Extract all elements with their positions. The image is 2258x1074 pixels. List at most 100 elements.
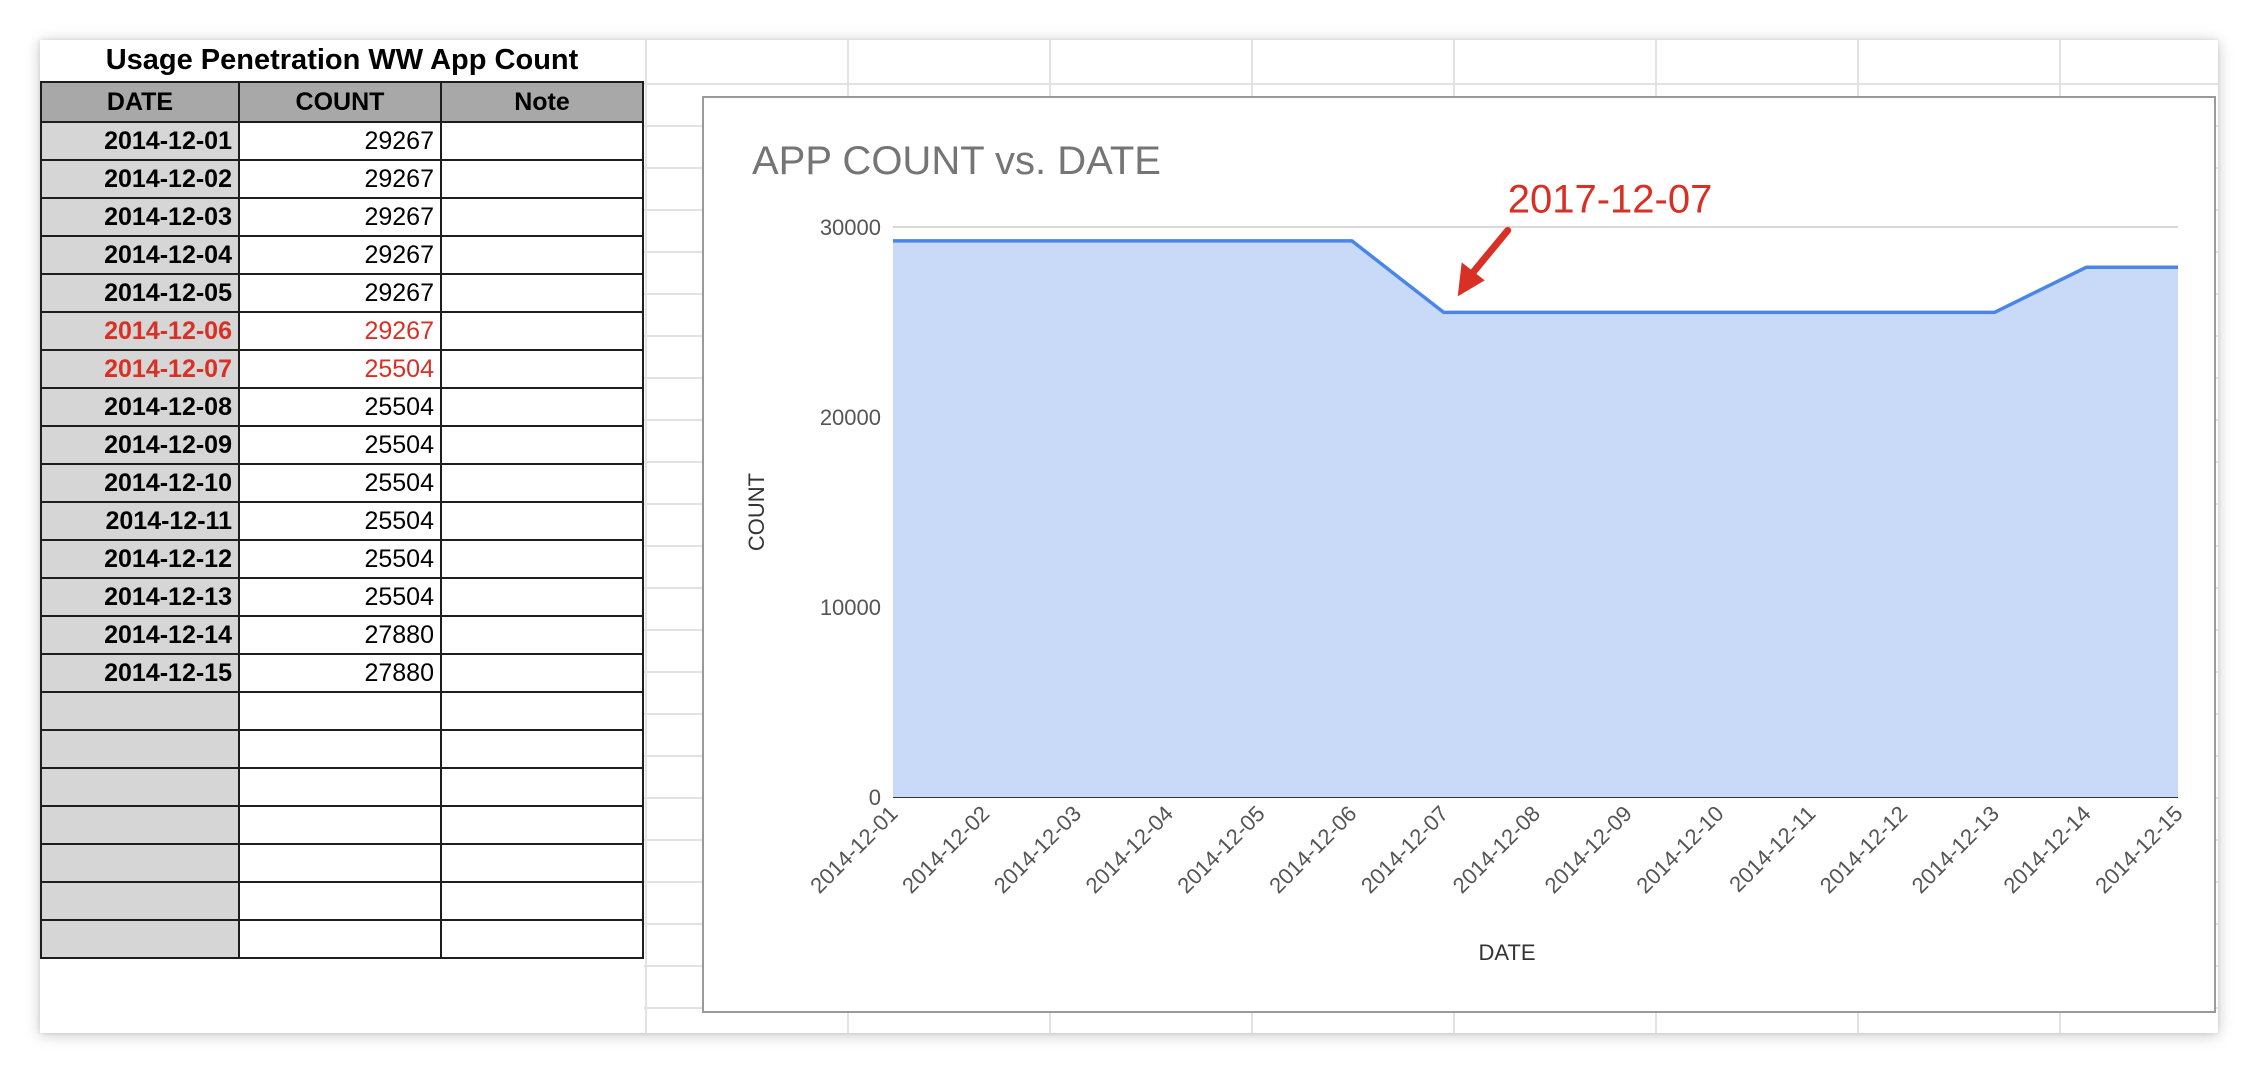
count-cell[interactable]: 25504	[238, 425, 442, 465]
date-cell[interactable]: 2014-12-04	[40, 235, 240, 275]
count-cell[interactable]: 25504	[238, 463, 442, 503]
chart-title: APP COUNT vs. DATE	[752, 139, 1161, 183]
table-row	[40, 767, 644, 807]
count-cell[interactable]	[238, 691, 442, 731]
header-count[interactable]: COUNT	[238, 81, 442, 123]
x-tick-label: 2014-12-04	[1081, 801, 1178, 898]
count-cell[interactable]	[238, 729, 442, 769]
table-row	[40, 691, 644, 731]
date-cell[interactable]	[40, 691, 240, 731]
note-cell[interactable]	[440, 349, 644, 389]
table-row: 2014-12-04 29267	[40, 235, 644, 275]
date-cell[interactable]	[40, 919, 240, 959]
note-cell[interactable]	[440, 919, 644, 959]
count-cell[interactable]: 25504	[238, 577, 442, 617]
date-cell[interactable]: 2014-12-05	[40, 273, 240, 313]
date-cell[interactable]: 2014-12-13	[40, 577, 240, 617]
note-cell[interactable]	[440, 235, 644, 275]
x-tick-label: 2014-12-01	[805, 801, 902, 898]
date-cell[interactable]: 2014-12-07	[40, 349, 240, 389]
date-cell[interactable]: 2014-12-08	[40, 387, 240, 427]
x-tick-label: 2014-12-08	[1448, 801, 1545, 898]
note-cell[interactable]	[440, 653, 644, 693]
count-cell[interactable]	[238, 919, 442, 959]
note-cell[interactable]	[440, 311, 644, 351]
table-row: 2014-12-11 25504	[40, 501, 644, 541]
count-cell[interactable]: 29267	[238, 121, 442, 161]
date-cell[interactable]: 2014-12-03	[40, 197, 240, 237]
x-tick-label: 2014-12-05	[1172, 801, 1269, 898]
count-cell[interactable]: 29267	[238, 235, 442, 275]
date-cell[interactable]	[40, 767, 240, 807]
header-date[interactable]: DATE	[40, 81, 240, 123]
note-cell[interactable]	[440, 539, 644, 579]
note-cell[interactable]	[440, 577, 644, 617]
count-cell[interactable]: 27880	[238, 615, 442, 655]
chart[interactable]: APP COUNT vs. DATE 0 10000 20000 30000 2014-1…	[702, 96, 2216, 1013]
count-cell[interactable]: 25504	[238, 539, 442, 579]
note-cell[interactable]	[440, 881, 644, 921]
note-cell[interactable]	[440, 197, 644, 237]
date-cell[interactable]	[40, 805, 240, 845]
note-cell[interactable]	[440, 463, 644, 503]
date-cell[interactable]: 2014-12-01	[40, 121, 240, 161]
chart-canvas: APP COUNT vs. DATE01000020000300002014-1…	[744, 139, 2188, 965]
table-row: 2014-12-01 29267	[40, 121, 644, 161]
note-cell[interactable]	[440, 805, 644, 845]
count-cell[interactable]: 29267	[238, 159, 442, 199]
count-cell[interactable]	[238, 805, 442, 845]
data-point	[1257, 238, 1263, 244]
y-tick-label: 30000	[820, 215, 881, 240]
count-cell[interactable]: 27880	[238, 653, 442, 693]
note-cell[interactable]	[440, 691, 644, 731]
date-cell[interactable]: 2014-12-15	[40, 653, 240, 693]
date-cell[interactable]: 2014-12-10	[40, 463, 240, 503]
count-cell[interactable]: 25504	[238, 501, 442, 541]
count-cell[interactable]: 29267	[238, 197, 442, 237]
date-cell[interactable]	[40, 881, 240, 921]
note-cell[interactable]	[440, 767, 644, 807]
table-row	[40, 919, 644, 959]
date-cell[interactable]	[40, 843, 240, 883]
note-cell[interactable]	[440, 501, 644, 541]
count-cell[interactable]: 29267	[238, 273, 442, 313]
date-cell[interactable]: 2014-12-12	[40, 539, 240, 579]
table-body: 2014-12-01 29267 2014-12-02 29267 2014-12-03…	[40, 121, 644, 959]
note-cell[interactable]	[440, 425, 644, 465]
header-note[interactable]: Note	[440, 81, 644, 123]
count-cell[interactable]: 25504	[238, 387, 442, 427]
count-cell[interactable]	[238, 881, 442, 921]
count-cell[interactable]: 29267	[238, 311, 442, 351]
note-cell[interactable]	[440, 843, 644, 883]
data-point	[2175, 264, 2181, 270]
x-tick-label: 2014-12-14	[1998, 801, 2095, 898]
x-tick-label: 2014-12-13	[1907, 801, 2004, 898]
x-tick-label: 2014-12-09	[1540, 801, 1637, 898]
date-cell[interactable]: 2014-12-06	[40, 311, 240, 351]
table-row: 2014-12-06 29267	[40, 311, 644, 351]
note-cell[interactable]	[440, 387, 644, 427]
table-row: 2014-12-10 25504	[40, 463, 644, 503]
y-axis-title: COUNT	[744, 473, 769, 551]
data-point	[982, 238, 988, 244]
sheet-title[interactable]: Usage Penetration WW App Count	[41, 40, 643, 83]
note-cell[interactable]	[440, 121, 644, 161]
note-cell[interactable]	[440, 729, 644, 769]
date-cell[interactable]: 2014-12-02	[40, 159, 240, 199]
spreadsheet: Usage Penetration WW App Count DATE COUN…	[40, 40, 2218, 1033]
date-cell[interactable]: 2014-12-14	[40, 615, 240, 655]
note-cell[interactable]	[440, 159, 644, 199]
date-cell[interactable]: 2014-12-11	[40, 501, 240, 541]
x-tick-label: 2014-12-11	[1724, 801, 1820, 897]
data-point	[1074, 238, 1080, 244]
note-cell[interactable]	[440, 615, 644, 655]
x-tick-label: 2014-12-12	[1815, 801, 1912, 898]
date-cell[interactable]	[40, 729, 240, 769]
count-cell[interactable]	[238, 843, 442, 883]
count-cell[interactable]	[238, 767, 442, 807]
count-cell[interactable]: 25504	[238, 349, 442, 389]
note-cell[interactable]	[440, 273, 644, 313]
x-tick-label: 2014-12-07	[1356, 801, 1453, 898]
table-row: 2014-12-15 27880	[40, 653, 644, 693]
date-cell[interactable]: 2014-12-09	[40, 425, 240, 465]
